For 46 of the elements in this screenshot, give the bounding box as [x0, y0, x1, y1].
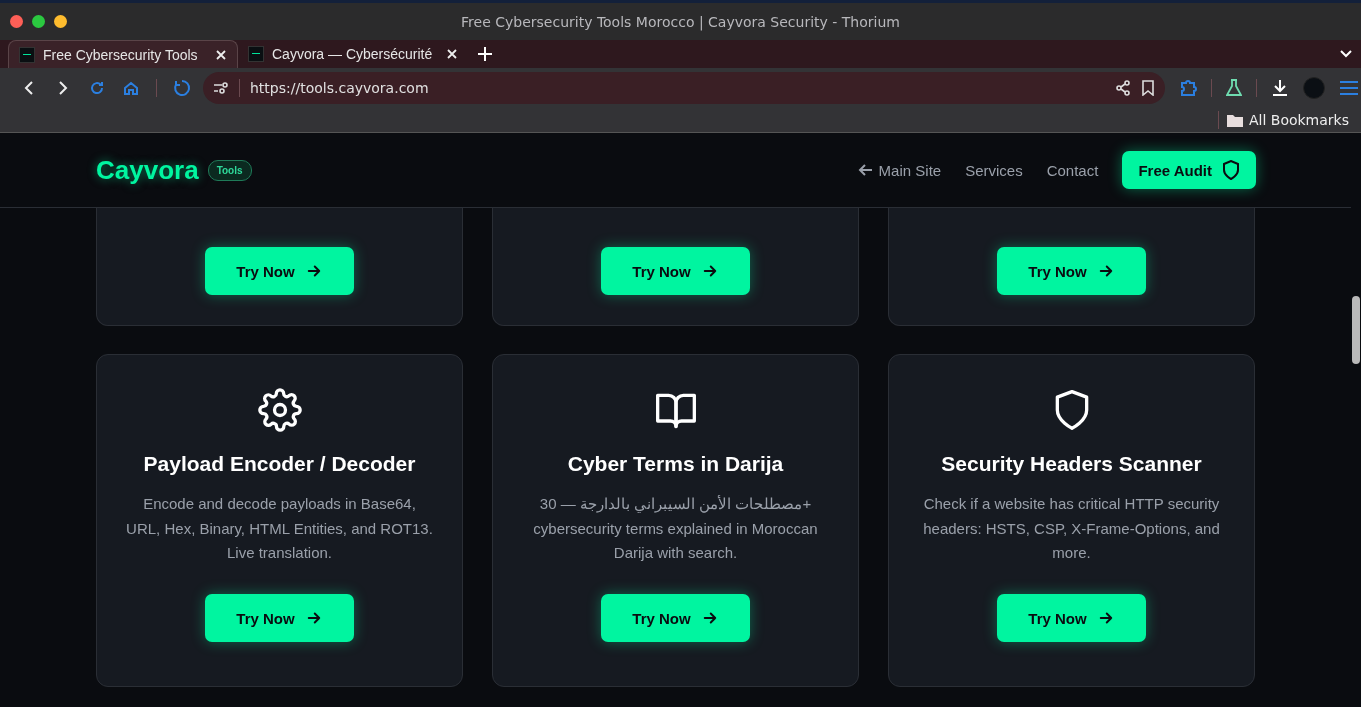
- extensions-icon[interactable]: [1179, 79, 1197, 97]
- close-window-button[interactable]: [10, 15, 23, 28]
- close-icon[interactable]: [446, 48, 458, 60]
- card-description: Check if a website has critical HTTP security headers: HSTS, CSP, X-Frame-Options, and more.: [922, 494, 1221, 563]
- maximize-window-button[interactable]: [32, 15, 45, 28]
- address-bar[interactable]: https://tools.cayvora.com: [203, 72, 1165, 104]
- nav-link[interactable]: Services: [965, 161, 1023, 179]
- menu-icon[interactable]: [1339, 80, 1359, 96]
- site-logo[interactable]: Cayvora: [96, 154, 199, 186]
- bookmark-folder[interactable]: All Bookmarks: [1226, 112, 1349, 128]
- try-now-button[interactable]: Try Now: [205, 247, 354, 295]
- try-now-button[interactable]: Try Now: [601, 594, 750, 642]
- try-now-button[interactable]: Try Now: [205, 594, 354, 642]
- card-title: Cyber Terms in Darija: [567, 452, 784, 476]
- favicon-icon: [248, 46, 264, 62]
- close-icon[interactable]: [215, 48, 227, 61]
- shield-icon: [1222, 160, 1240, 180]
- site-settings-icon[interactable]: [213, 81, 229, 95]
- try-now-button[interactable]: Try Now: [997, 594, 1146, 642]
- home-icon[interactable]: [123, 80, 139, 96]
- reload-icon[interactable]: [89, 80, 105, 96]
- tools-badge: Tools: [207, 159, 252, 181]
- favicon-icon: [19, 46, 35, 63]
- card-title: Security Headers Scanner: [941, 452, 1202, 476]
- refresh-icon[interactable]: [173, 79, 191, 97]
- free-audit-button[interactable]: Free Audit: [1122, 151, 1256, 189]
- gear-icon: [257, 388, 302, 432]
- try-now-button[interactable]: Try Now: [601, 247, 750, 295]
- folder-icon: [1226, 113, 1243, 127]
- minimize-window-button[interactable]: [54, 15, 67, 28]
- new-tab-icon[interactable]: [478, 47, 492, 61]
- browser-tab[interactable]: Free Cybersecurity Tools: [8, 40, 238, 68]
- window-title: Free Cybersecurity Tools Morocco | Cayvora Security - Thorium: [461, 13, 900, 30]
- card-description: مصطلحات الأمن السيبراني بالدارجة — 30+ cybersecurity terms explained in Moroccan Darija with search.: [532, 494, 819, 563]
- download-icon[interactable]: [1271, 79, 1289, 97]
- nav-link[interactable]: Contact: [1046, 161, 1099, 179]
- card-title: Payload Encoder / Decoder: [143, 452, 416, 476]
- arrow-left-icon: [857, 162, 874, 178]
- card-description: Encode and decode payloads in Base64, URL, Hex, Binary, HTML Entities, and ROT13. Live translation.: [125, 494, 434, 563]
- flask-icon[interactable]: [1226, 79, 1242, 97]
- nav-link[interactable]: Main Site: [857, 161, 942, 179]
- try-now-button[interactable]: Try Now: [997, 247, 1146, 295]
- browser-tab[interactable]: Cayvora — Cybersécurité: [238, 40, 468, 68]
- scrollbar-thumb[interactable]: [1352, 296, 1360, 364]
- bookmark-icon[interactable]: [1141, 80, 1155, 96]
- share-icon[interactable]: [1115, 80, 1131, 96]
